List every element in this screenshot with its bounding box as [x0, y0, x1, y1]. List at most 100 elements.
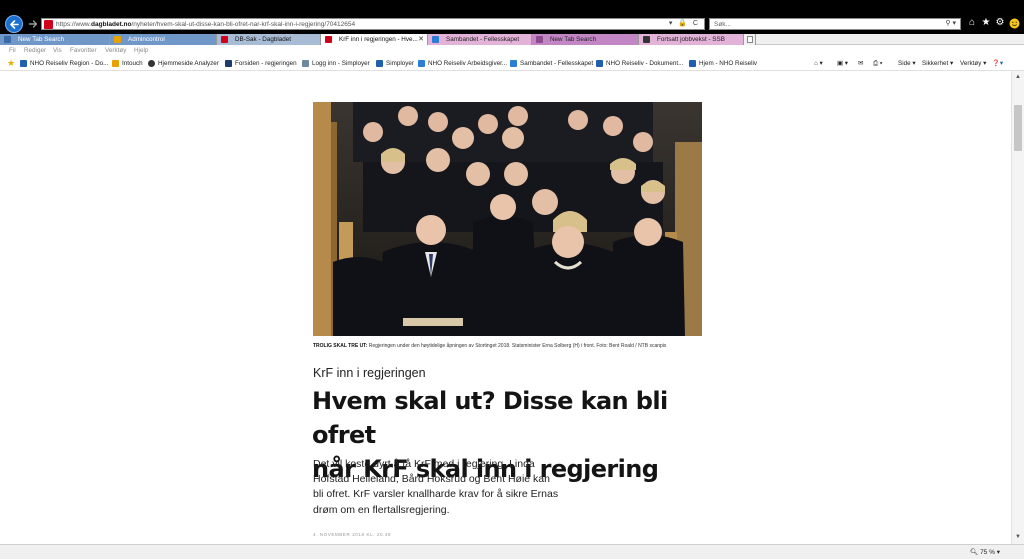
fav-label: NHO Reiseliv - Dokument...: [606, 60, 684, 67]
close-tab-icon[interactable]: ✕: [418, 34, 424, 45]
menu-rediger[interactable]: Rediger: [24, 45, 46, 56]
favorites-star-icon[interactable]: ★: [7, 58, 15, 68]
tab-label: DB-Sak - Dagbladet: [235, 36, 291, 43]
help-icon[interactable]: ❓▾: [992, 59, 1003, 68]
fav-label: Simployer: [386, 60, 414, 67]
address-bar[interactable]: https://www.dagbladet.no/nyheter/hvem-sk…: [41, 18, 705, 30]
menu-vis[interactable]: Vis: [53, 45, 62, 56]
fav-hjem-nho[interactable]: Hjem - NHO Reiseliv: [689, 59, 757, 68]
menu-verktoy[interactable]: Verktøy: [105, 45, 126, 56]
scrollbar-thumb[interactable]: [1014, 105, 1022, 151]
tab-label: New Tab Search: [18, 36, 65, 43]
tab-favicon-icon: [432, 36, 439, 43]
caption-label: TROLIG SKAL TRE UT:: [313, 343, 368, 349]
fav-nho-arbeidsgiver[interactable]: NHO Reiseliv Arbeidsgiver...: [418, 59, 507, 68]
tab-sambandet[interactable]: Sambandet - Fellesskapet: [428, 34, 532, 45]
new-tab-icon: [747, 36, 753, 43]
tab-label: Fortsatt jobbvekst - SSB: [657, 36, 725, 43]
tab-label: Sambandet - Fellesskapet: [446, 36, 520, 43]
tab-db-sak[interactable]: DB-Sak - Dagbladet: [217, 34, 321, 45]
home-page-icon[interactable]: ⌂ ▾: [814, 59, 823, 68]
fav-simployer[interactable]: Simployer: [376, 59, 414, 68]
article-kicker[interactable]: KrF inn i regjeringen: [313, 365, 426, 381]
tab-label: Admincontrol: [128, 36, 165, 43]
fav-label: NHO Reiseliv Region - Do...: [30, 60, 109, 67]
search-input[interactable]: Søk... ⚲ ▾: [709, 18, 961, 30]
new-tab-button[interactable]: [744, 34, 756, 45]
tab-new-tab-search-1[interactable]: New Tab Search: [0, 34, 110, 45]
tab-favicon-icon: [643, 36, 650, 43]
tab-new-tab-search-2[interactable]: New Tab Search: [532, 34, 639, 45]
back-button[interactable]: [5, 15, 23, 33]
tab-favicon-icon: [221, 36, 228, 43]
fav-icon: [510, 60, 517, 67]
article-lead: Det vil koste dyrt å få KrF med i regjer…: [313, 458, 559, 516]
fav-label: Intouch: [122, 60, 143, 67]
page-content: TROLIG SKAL TRE UT: Regjeringen under de…: [0, 71, 1011, 544]
favorites-bar: ★ NHO Reiseliv Region - Do... Intouch Hj…: [0, 56, 1024, 71]
scroll-up-icon[interactable]: ▲: [1015, 74, 1021, 80]
home-icon[interactable]: ⌂: [966, 17, 978, 29]
fav-label: Sambandet - Fellesskapet: [520, 60, 594, 67]
fav-icon: [376, 60, 383, 67]
vertical-scrollbar[interactable]: ▲ ▼: [1011, 71, 1024, 544]
tab-krf-active[interactable]: KrF inn i regjeringen - Hve... ✕: [321, 34, 428, 45]
tab-favicon-icon: [325, 36, 332, 43]
fav-label: NHO Reiseliv Arbeidsgiver...: [428, 60, 508, 67]
parliament-photo-image: [313, 102, 702, 336]
menu-fil[interactable]: Fil: [9, 45, 16, 56]
zoom-control[interactable]: 🔍︎ 75 % ▾: [970, 548, 1000, 557]
favorites-star-icon[interactable]: ★: [980, 17, 992, 29]
zoom-level: 75 %: [980, 549, 995, 556]
fav-regjeringen[interactable]: Forsiden - regjeringen: [225, 59, 297, 68]
fav-icon: [20, 60, 27, 67]
fav-label: Hjem - NHO Reiseliv: [699, 60, 758, 67]
fav-sambandet[interactable]: Sambandet - Fellesskapet: [510, 59, 593, 68]
headline-line-1: Hvem skal ut? Disse kan bli ofret: [312, 387, 668, 449]
mail-icon[interactable]: ✉: [858, 59, 863, 68]
browser-toolbar-icons: ⌂ ★ ⚙: [966, 17, 1022, 31]
fav-label: Hjemmeside Analyzer: [158, 60, 219, 67]
tools-menu[interactable]: Verktøy ▾: [960, 59, 986, 68]
fav-label: Logg inn - Simployer: [312, 60, 370, 67]
menu-favoritter[interactable]: Favoritter: [70, 45, 97, 56]
fav-icon: [148, 60, 155, 67]
menu-hjelp[interactable]: Hjelp: [134, 45, 148, 56]
forward-button[interactable]: [27, 18, 39, 30]
article-hero-photo: [313, 102, 702, 336]
safety-menu[interactable]: Sikkerhet ▾: [922, 59, 953, 68]
fav-icon: [112, 60, 119, 67]
print-icon[interactable]: ⎙ ▾: [873, 59, 882, 68]
zoom-icon: 🔍︎: [970, 549, 981, 556]
fav-nho-dokument[interactable]: NHO Reiseliv - Dokument...: [596, 59, 683, 68]
fav-intouch[interactable]: Intouch: [112, 59, 143, 68]
caption-text: Regjeringen under den høytidelige åpning…: [368, 343, 667, 349]
tab-favicon-icon: [114, 36, 121, 43]
smiley-feedback-icon[interactable]: [1008, 17, 1020, 29]
site-favicon-icon: [44, 20, 53, 29]
fav-icon: [418, 60, 425, 67]
fav-simployer-login[interactable]: Logg inn - Simployer: [302, 59, 370, 68]
tab-label: KrF inn i regjeringen - Hve...: [339, 36, 418, 43]
fav-icon: [596, 60, 603, 67]
forward-arrow-icon: [28, 20, 38, 28]
browser-title-bar: https://www.dagbladet.no/nyheter/hvem-sk…: [0, 0, 1024, 34]
address-actions[interactable]: ▾ 🔒 C: [669, 19, 700, 29]
address-url: https://www.dagbladet.no/nyheter/hvem-sk…: [56, 21, 356, 28]
search-icon[interactable]: ⚲ ▾: [945, 19, 956, 29]
tab-favicon-icon: [4, 36, 11, 43]
article-dateline: 4. NOVEMBER 2018 KL. 20.48: [313, 532, 392, 537]
tab-ssb[interactable]: Fortsatt jobbvekst - SSB: [639, 34, 744, 45]
search-placeholder: Søk...: [714, 21, 731, 28]
tab-favicon-icon: [536, 36, 543, 43]
fav-nho-region[interactable]: NHO Reiseliv Region - Do...: [20, 59, 108, 68]
fav-hjemmeside[interactable]: Hjemmeside Analyzer: [148, 59, 219, 68]
scroll-down-icon[interactable]: ▼: [1015, 534, 1021, 540]
fav-label: Forsiden - regjeringen: [235, 60, 297, 67]
feeds-icon[interactable]: ▣ ▾: [837, 59, 848, 68]
tab-admincontrol[interactable]: Admincontrol: [110, 34, 217, 45]
tab-label: New Tab Search: [550, 36, 597, 43]
fav-icon: [302, 60, 309, 67]
settings-gear-icon[interactable]: ⚙: [994, 17, 1006, 29]
page-menu[interactable]: Side ▾: [898, 59, 916, 68]
